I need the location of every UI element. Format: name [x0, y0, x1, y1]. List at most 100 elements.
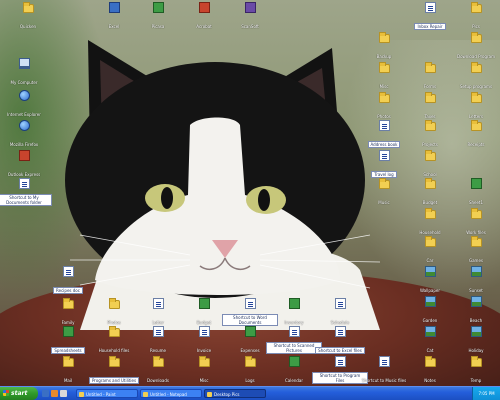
icon-label: Misc [199, 378, 209, 383]
icon-label: Wallpaper [419, 288, 440, 293]
desktop-icon-my-computer[interactable]: My Computer [0, 58, 52, 88]
icon-label: Letter [152, 320, 164, 325]
folder-icon [470, 62, 482, 73]
icon-label: Beach [469, 318, 483, 323]
app-green-icon [152, 2, 164, 13]
icon-label: Shortcut to My Documents folder [0, 194, 52, 206]
desktop-icon-holiday[interactable]: Holiday [448, 326, 500, 356]
globe-icon [18, 90, 30, 101]
image-icon [424, 296, 436, 307]
icon-label: Spreadsheets [51, 347, 85, 354]
icon-label: Address book [367, 141, 401, 148]
doc-icon [334, 326, 346, 337]
icon-label: Shortcut to Music files [361, 378, 407, 383]
desktop-icon-games[interactable]: Games [448, 236, 500, 266]
globe-icon [18, 120, 30, 131]
icon-label: Family [61, 320, 75, 325]
folder-icon [62, 356, 74, 367]
icon-label: Travel log [371, 171, 397, 178]
desktop-icon-temp[interactable]: Temp [448, 356, 500, 386]
taskbar-task-desktop-pics[interactable]: Desktop Pics [204, 389, 266, 398]
icon-label: Garden [422, 318, 438, 323]
app-red-icon [18, 150, 30, 161]
quicklaunch-firefox-icon[interactable] [51, 390, 58, 397]
taskbar-task-paint[interactable]: Untitled - Paint [76, 389, 138, 398]
icon-label: Photos [377, 114, 391, 119]
icon-label: Calendar [285, 378, 303, 383]
quicklaunch-desktop-icon[interactable] [60, 390, 67, 397]
desktop-icon-sheet1[interactable]: Sheet1 [448, 178, 500, 208]
taskbar: start Untitled - Paint Untitled - Notepa… [0, 386, 500, 400]
image-icon [424, 326, 436, 337]
icon-label: Temp [470, 378, 482, 383]
folder-icon [424, 236, 436, 247]
folder-icon [378, 178, 390, 189]
desktop-icon-my-documents[interactable]: Shortcut to My Documents folder [0, 178, 52, 208]
desktop-icon-outlook[interactable]: Outlook Express [0, 150, 52, 180]
icon-label: Mozilla Firefox [9, 142, 39, 147]
icon-label: Cat [426, 348, 434, 353]
icon-label: Letters [469, 114, 483, 119]
folder-icon [470, 120, 482, 131]
icon-label: Photos [107, 320, 121, 325]
icon-label: Schedule [330, 320, 350, 325]
doc-icon [288, 326, 300, 337]
desktop-icon-excel-files[interactable]: Shortcut to Excel files [312, 326, 368, 356]
doc-icon [334, 356, 346, 367]
folder-icon [62, 298, 74, 309]
desktop-icon-firefox[interactable]: Mozilla Firefox [0, 120, 52, 150]
app-icon [108, 2, 120, 13]
icon-label: Excel [108, 24, 120, 29]
start-label: start [11, 390, 28, 397]
icon-label: Mail [63, 378, 73, 383]
desktop-icon-letters[interactable]: Letters [448, 92, 500, 122]
folder-icon [108, 326, 120, 337]
task-label: Untitled - Notepad [150, 392, 187, 397]
app-green-icon [470, 178, 482, 189]
desktop-icon-recipes-doc[interactable]: Recipes doc [40, 266, 96, 296]
desktop-icon-backup[interactable]: Backup [356, 32, 412, 62]
app-green-icon [62, 326, 74, 337]
icon-label: Car [426, 258, 434, 263]
folder-icon [424, 120, 436, 131]
system-tray[interactable]: 7:05 PM [472, 387, 500, 400]
desktop[interactable]: Quicken Excel Picasa Acrobat ScanSoft In… [0, 0, 500, 386]
desktop-icon-work-files[interactable]: Work files [448, 208, 500, 238]
image-icon [424, 266, 436, 277]
desktop-icon-quicken[interactable]: Quicken [0, 2, 56, 32]
desktop-icon-music-files[interactable]: Shortcut to Music files [356, 356, 412, 386]
icon-label: Inbox Repair [414, 23, 446, 30]
start-button[interactable]: start [0, 387, 38, 400]
quicklaunch-ie-icon[interactable] [42, 390, 49, 397]
icon-label: Logs [245, 378, 255, 383]
desktop-icon-scansoft[interactable]: ScanSoft [222, 2, 278, 32]
icon-label: Taxes [424, 114, 436, 119]
folder-icon [108, 356, 120, 367]
desktop-icon-setup-programs[interactable]: Setup programs [448, 62, 500, 92]
desktop-icon-sunset[interactable]: Sunset [448, 266, 500, 296]
icon-label: Quicken [19, 24, 37, 29]
desktop-icon-pics[interactable]: Pics [448, 2, 500, 32]
desktop-icon-receipts[interactable]: Receipts [448, 120, 500, 150]
icon-label: Notes [424, 378, 436, 383]
doc-icon [198, 326, 210, 337]
folder-icon [198, 356, 210, 367]
icon-label: Download Program [456, 54, 496, 59]
desktop-icon-school[interactable]: School [402, 150, 458, 180]
task-folder-icon [207, 392, 212, 397]
folder-icon [152, 356, 164, 367]
desktop-icon-download-program[interactable]: Download Program [448, 32, 500, 62]
desktop-icon-internet-explorer[interactable]: Internet Explorer [0, 90, 52, 120]
desktop-icon-schedule[interactable]: Schedule [312, 298, 368, 328]
icon-label: Sheet1 [468, 200, 484, 205]
icon-label: My Computer [10, 80, 38, 85]
task-app-icon [143, 392, 148, 397]
desktop-icon-beach[interactable]: Beach [448, 296, 500, 326]
doc-icon [244, 298, 256, 309]
icon-label: Holiday [468, 348, 484, 353]
taskbar-task-notepad[interactable]: Untitled - Notepad [140, 389, 202, 398]
folder-icon [470, 2, 482, 13]
icon-label: Acrobat [196, 24, 212, 29]
folder-icon [378, 32, 390, 43]
folder-icon [244, 356, 256, 367]
